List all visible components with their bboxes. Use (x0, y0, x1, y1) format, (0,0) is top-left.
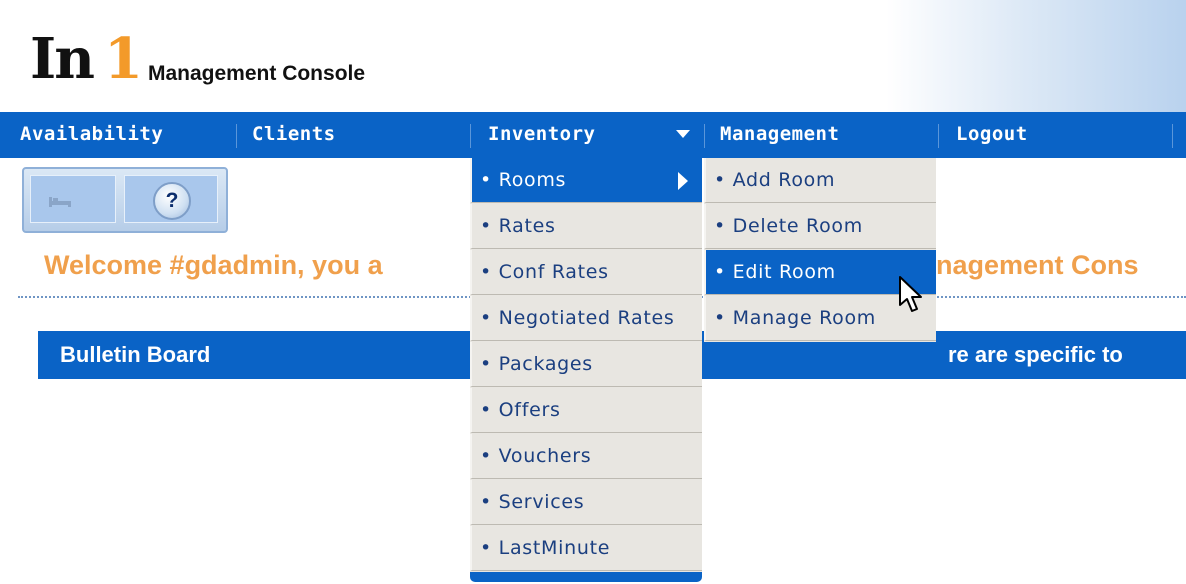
nav-separator (236, 124, 237, 148)
logo-one: 1 (104, 26, 143, 92)
app-subtitle: Management Console (148, 62, 366, 85)
nav-separator (938, 124, 939, 148)
submenu-item-label: Delete Room (732, 215, 863, 237)
menu-item-label: Packages (498, 353, 593, 375)
menu-item-lastminute[interactable]: • LastMinute (470, 526, 702, 571)
menu-item-services[interactable]: • Services (470, 480, 702, 525)
nav-separator (1172, 124, 1173, 148)
submenu-item-label: Manage Room (732, 307, 876, 329)
menu-item-packages[interactable]: • Packages (470, 342, 702, 387)
toolbar-cell-bed[interactable] (30, 175, 116, 223)
nav-inventory[interactable]: Inventory (488, 112, 596, 158)
rooms-submenu-footer (704, 342, 936, 352)
bulletin-board-text: re are specific to (948, 342, 1123, 367)
menu-item-label: Offers (498, 399, 561, 421)
inventory-dropdown: • Rooms • Rates • Conf Rates • Negotiate… (470, 158, 702, 572)
logo-in: In (30, 26, 95, 92)
menu-item-conf-rates[interactable]: • Conf Rates (470, 250, 702, 295)
menu-item-rates[interactable]: • Rates (470, 204, 702, 249)
menu-item-negotiated-rates[interactable]: • Negotiated Rates (470, 296, 702, 341)
menu-item-label: Negotiated Rates (498, 307, 675, 329)
nav-separator (470, 124, 471, 148)
welcome-text-left: Welcome #gdadmin, you a (44, 250, 383, 280)
menu-item-offers[interactable]: • Offers (470, 388, 702, 433)
mouse-cursor-icon (898, 275, 924, 319)
welcome-text-right: nagement Cons (936, 250, 1139, 280)
header: In 1 Management Console (0, 0, 1186, 112)
nav-clients[interactable]: Clients (252, 112, 336, 158)
chevron-right-icon (678, 172, 688, 190)
menu-item-rooms[interactable]: • Rooms (470, 158, 702, 203)
menu-item-vouchers[interactable]: • Vouchers (470, 434, 702, 479)
menu-item-label: LastMinute (498, 537, 611, 559)
nav-logout[interactable]: Logout (956, 112, 1028, 158)
menu-item-label: Rates (498, 215, 556, 237)
chevron-down-icon[interactable] (676, 130, 690, 138)
menu-item-label: Services (498, 491, 585, 513)
submenu-item-delete-room[interactable]: • Delete Room (704, 204, 936, 249)
help-icon[interactable]: ? (153, 182, 191, 220)
bulletin-board-title: Bulletin Board (60, 342, 211, 367)
menu-item-label: Conf Rates (498, 261, 609, 283)
nav-management[interactable]: Management (720, 112, 839, 158)
submenu-item-label: Add Room (732, 169, 836, 191)
bed-icon[interactable] (48, 194, 72, 213)
submenu-item-label: Edit Room (732, 261, 836, 283)
nav-availability[interactable]: Availability (20, 112, 163, 158)
menu-item-label: Rooms (498, 169, 567, 191)
inventory-dropdown-footer (470, 572, 702, 582)
submenu-item-add-room[interactable]: • Add Room (704, 158, 936, 203)
header-gradient (886, 0, 1186, 112)
main-nav: Availability Clients Inventory Managemen… (0, 112, 1186, 158)
nav-separator (704, 124, 705, 148)
menu-item-label: Vouchers (498, 445, 592, 467)
